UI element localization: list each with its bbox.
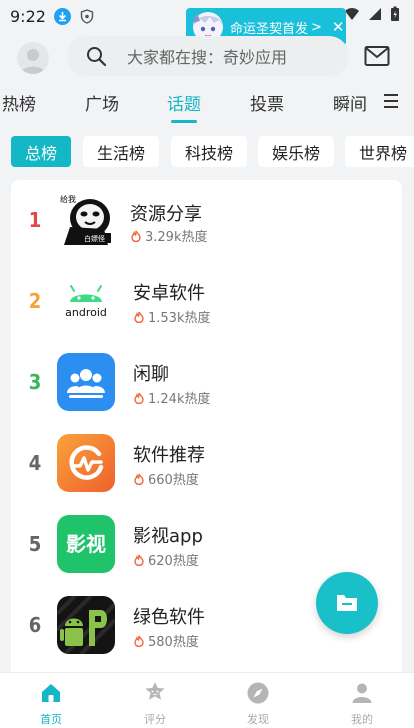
post-fab-button[interactable]: [316, 572, 378, 634]
tab-topics[interactable]: 话题: [167, 90, 201, 115]
topic-heat: 1.24k热度: [133, 388, 210, 407]
film-app-icon: 影视: [57, 515, 115, 573]
nav-discover[interactable]: 发现: [228, 681, 288, 727]
topic-heat: 3.29k热度: [130, 226, 207, 245]
nav-discover-label: 发现: [247, 713, 269, 726]
heat-value: 1.53k热度: [148, 311, 211, 326]
rank-number: 5: [28, 532, 42, 556]
panda-caption-top: 给我: [60, 194, 76, 204]
chip-life[interactable]: 生活榜: [83, 136, 159, 167]
rank-number: 4: [28, 451, 42, 475]
list-item[interactable]: 1 给我 白嫖怪 资源分享 3.29k热度: [11, 180, 402, 261]
chip-tech[interactable]: 科技榜: [171, 136, 247, 167]
promo-close-button[interactable]: ✕: [332, 18, 345, 36]
panda-meme-icon: 给我 白嫖怪: [57, 191, 115, 249]
mail-icon[interactable]: [364, 45, 390, 67]
nav-profile[interactable]: 我的: [332, 681, 392, 727]
film-app-wordmark: 影视: [66, 532, 106, 556]
search-placeholder: 大家都在搜：奇妙应用: [127, 48, 288, 67]
android-logo-icon: android: [57, 272, 115, 330]
rank-number: 1: [28, 208, 42, 232]
tab-vote[interactable]: 投票: [250, 90, 284, 115]
fire-icon: [131, 230, 141, 242]
battery-icon: [391, 6, 399, 21]
nav-profile-label: 我的: [351, 713, 373, 726]
heat-value: 620热度: [148, 554, 199, 569]
promo-arrow-icon: >: [311, 19, 322, 35]
topic-name: 资源分享: [130, 204, 202, 225]
status-time: 9:22: [10, 6, 46, 26]
fire-icon: [134, 635, 144, 647]
topic-heat: 580热度: [133, 631, 199, 650]
rank-number: 6: [28, 613, 42, 637]
search-bar[interactable]: 大家都在搜：奇妙应用: [67, 36, 349, 76]
tab-menu-icon[interactable]: [384, 94, 398, 108]
folder-icon: [337, 595, 357, 611]
topic-name: 安卓软件: [133, 283, 205, 304]
fire-icon: [134, 473, 144, 485]
heat-value: 580热度: [148, 635, 199, 650]
tab-square[interactable]: 广场: [85, 90, 119, 115]
nav-home-label: 首页: [40, 713, 62, 726]
chip-overall[interactable]: 总榜: [11, 136, 71, 167]
nav-home[interactable]: 首页: [21, 681, 81, 727]
green-software-icon: [57, 596, 115, 654]
list-item[interactable]: 2 android 安卓软件 1.53k热度: [11, 261, 402, 342]
search-icon: [87, 47, 107, 67]
topic-heat: 620热度: [133, 550, 199, 569]
user-avatar[interactable]: [17, 42, 49, 74]
heat-value: 660热度: [148, 473, 199, 488]
app-screen: 9:22 命运圣契首发 > ✕ 大家都在搜：奇妙应用 热榜 广场 话题 投票 瞬…: [0, 0, 414, 728]
category-chips: 总榜 生活榜 科技榜 娱乐榜 世界榜: [0, 126, 414, 178]
wifi-icon: [345, 8, 359, 20]
topic-name: 软件推荐: [133, 445, 205, 466]
top-tabs: 热榜 广场 话题 投票 瞬间: [0, 84, 414, 124]
promo-text: 命运圣契首发: [230, 21, 309, 37]
recommend-logo-icon: [57, 434, 115, 492]
bottom-nav: 首页 评分 发现 我的: [0, 672, 414, 728]
topic-name: 影视app: [133, 526, 203, 547]
list-item[interactable]: 3 闲聊 1.24k热度: [11, 342, 402, 423]
rank-number: 3: [28, 370, 42, 394]
chip-world[interactable]: 世界榜: [345, 136, 414, 167]
heat-value: 3.29k热度: [145, 230, 208, 245]
fire-icon: [134, 554, 144, 566]
nav-rating-label: 评分: [144, 713, 166, 726]
signal-icon: [369, 8, 381, 20]
header: 大家都在搜：奇妙应用: [0, 36, 414, 80]
download-status-icon: [53, 7, 71, 25]
tab-hot[interactable]: 热榜: [2, 90, 36, 115]
heat-value: 1.24k热度: [148, 392, 211, 407]
group-chat-icon: [57, 353, 115, 411]
fire-icon: [134, 311, 144, 323]
nav-rating[interactable]: 评分: [125, 681, 185, 727]
panda-caption-bottom: 白嫖怪: [84, 234, 105, 243]
rank-number: 2: [28, 289, 42, 313]
android-wordmark: android: [65, 306, 107, 319]
rating-icon: [145, 682, 165, 700]
topic-heat: 1.53k热度: [133, 307, 210, 326]
compass-icon: [247, 682, 269, 704]
shield-status-icon: [79, 8, 95, 24]
profile-icon: [352, 683, 372, 703]
fire-icon: [134, 392, 144, 404]
topic-name: 闲聊: [133, 364, 169, 385]
topic-name: 绿色软件: [133, 607, 205, 628]
status-right-icons: [344, 6, 400, 22]
home-icon: [42, 684, 60, 702]
list-item[interactable]: 4 软件推荐 660热度: [11, 423, 402, 504]
tab-active-indicator: [171, 120, 197, 123]
topic-heat: 660热度: [133, 469, 199, 488]
chip-entertainment[interactable]: 娱乐榜: [258, 136, 334, 167]
tab-moments[interactable]: 瞬间: [333, 90, 367, 115]
